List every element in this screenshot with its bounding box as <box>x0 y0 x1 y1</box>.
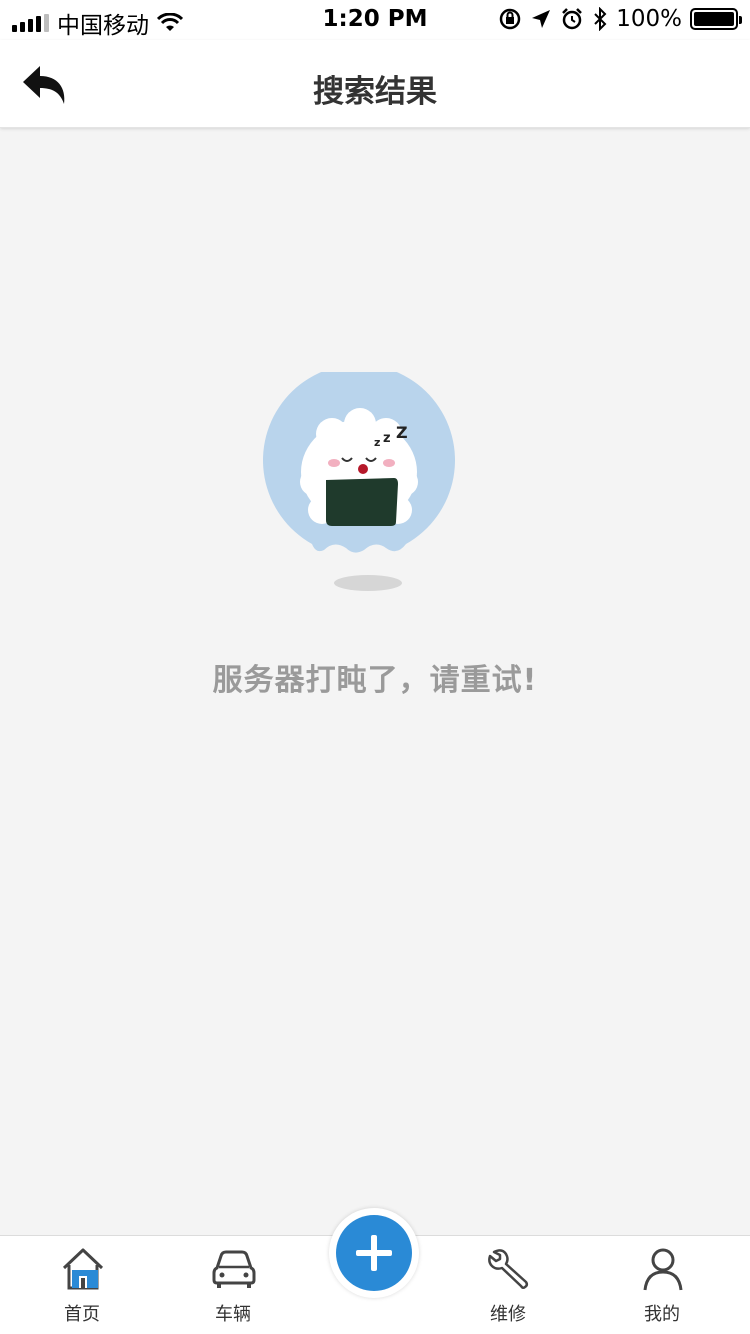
location-icon <box>532 10 551 28</box>
error-message: 服务器打盹了，请重试! <box>212 663 538 698</box>
tab-vehicles-label: 车辆 <box>215 1304 251 1325</box>
tab-profile[interactable]: 我的 <box>602 1236 722 1334</box>
alarm-icon <box>562 8 583 30</box>
svg-text:Z: Z <box>396 423 408 442</box>
battery-icon <box>690 8 742 30</box>
page-title: 搜索结果 <box>313 74 437 110</box>
home-icon <box>62 1248 104 1290</box>
orientation-lock-icon <box>499 8 521 30</box>
status-bar: 中国移动 1:20 PM 100% <box>0 0 750 40</box>
add-button[interactable] <box>329 1208 419 1298</box>
svg-text:z: z <box>383 431 391 446</box>
status-right: 100% <box>498 6 742 32</box>
sleeping-rice-ball-illustration: z z Z <box>262 364 456 596</box>
navigation-bar: 搜索结果 <box>0 40 750 128</box>
tab-repair-label: 维修 <box>490 1304 526 1325</box>
tab-home-label: 首页 <box>64 1304 100 1325</box>
plus-icon <box>336 1215 412 1291</box>
user-icon <box>643 1248 683 1291</box>
tab-home[interactable]: 首页 <box>22 1236 142 1334</box>
battery-percent: 100% <box>616 6 682 32</box>
wrench-icon <box>488 1249 529 1290</box>
tab-repair[interactable]: 维修 <box>448 1236 568 1334</box>
bluetooth-icon <box>594 7 607 31</box>
tab-vehicles[interactable]: 车辆 <box>173 1236 293 1334</box>
tab-profile-label: 我的 <box>644 1304 680 1325</box>
car-icon <box>212 1250 256 1288</box>
svg-text:z: z <box>374 436 380 449</box>
